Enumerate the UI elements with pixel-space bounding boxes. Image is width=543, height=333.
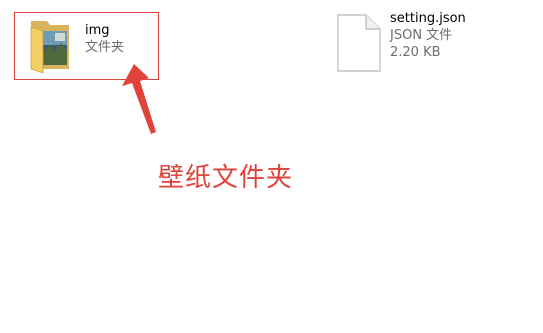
json-file-icon — [336, 14, 382, 72]
annotation-arrow — [122, 64, 156, 134]
file-meta: setting.json JSON 文件 2.20 KB — [390, 10, 466, 61]
file-setting-json[interactable]: setting.json JSON 文件 2.20 KB — [330, 8, 480, 74]
annotation-label: 壁纸文件夹 — [158, 163, 294, 193]
folder-meta: img 文件夹 — [85, 22, 124, 56]
file-type: 文件夹 — [85, 40, 125, 55]
folder-icon — [25, 17, 75, 75]
file-type: JSON 文件 — [390, 28, 453, 43]
file-name: img — [85, 23, 110, 38]
file-size: 2.20 KB — [390, 45, 441, 60]
file-name: setting.json — [390, 11, 466, 26]
